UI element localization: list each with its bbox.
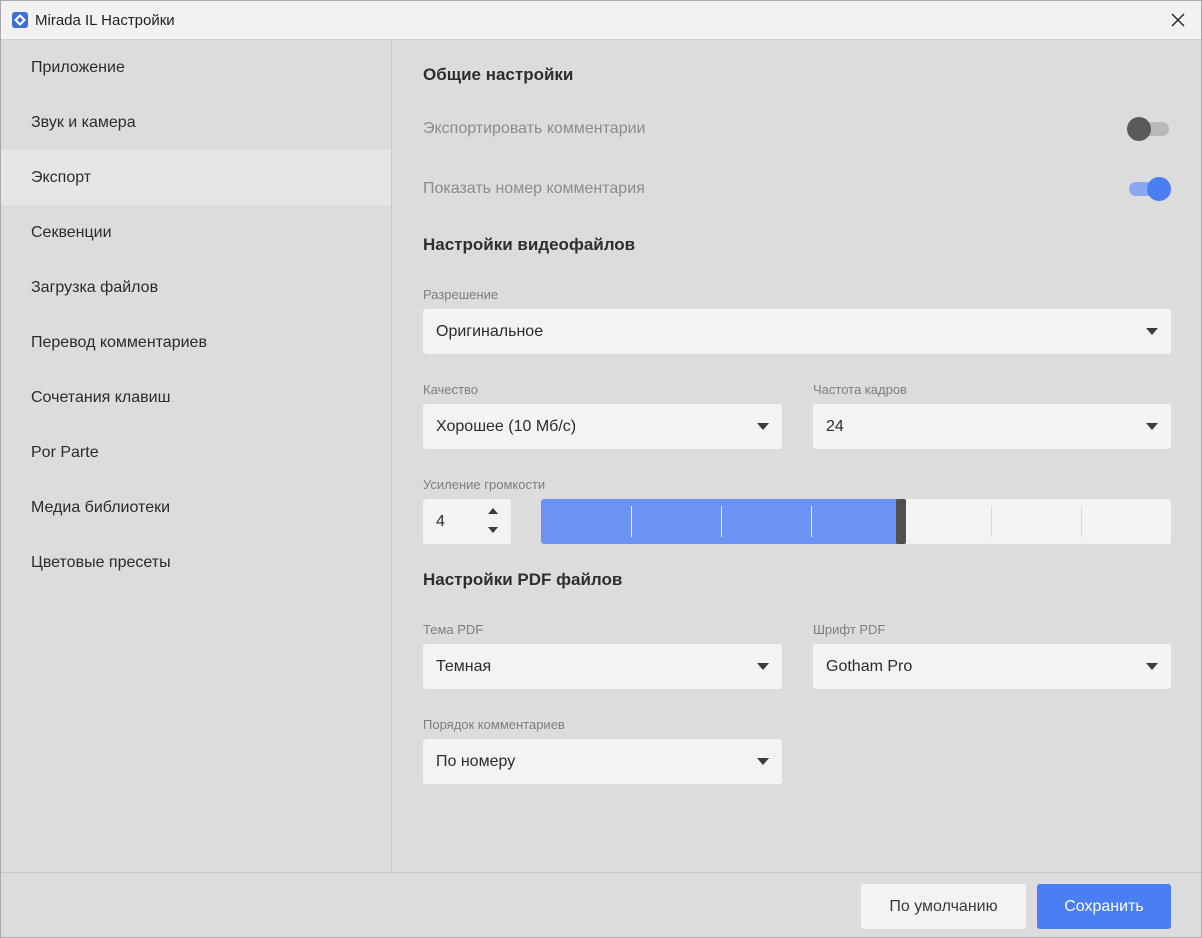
- chevron-down-icon: [757, 758, 769, 765]
- volume-boost-stepper[interactable]: 4: [423, 499, 511, 544]
- settings-content: Общие настройки Экспортировать комментар…: [392, 40, 1201, 872]
- resolution-select[interactable]: Оригинальное: [423, 309, 1171, 354]
- sidebar-item-comment-translation[interactable]: Перевод комментариев: [1, 315, 391, 370]
- quality-select[interactable]: Хорошее (10 Мб/с): [423, 404, 782, 449]
- show-comment-number-label: Показать номер комментария: [423, 180, 645, 197]
- stepper-up-icon[interactable]: [487, 506, 501, 518]
- pdf-settings-heading: Настройки PDF файлов: [423, 570, 623, 589]
- comment-order-label: Порядок комментариев: [423, 717, 565, 732]
- chevron-down-icon: [1146, 423, 1158, 430]
- pdf-font-label: Шрифт PDF: [813, 622, 886, 637]
- sidebar-item-color-presets[interactable]: Цветовые пресеты: [1, 535, 391, 590]
- title-bar: Mirada IL Настройки: [1, 1, 1201, 40]
- app-logo-icon: [12, 12, 28, 28]
- video-settings-heading: Настройки видеофайлов: [423, 235, 636, 254]
- general-settings-heading: Общие настройки: [423, 65, 574, 84]
- volume-boost-label: Усиление громкости: [423, 477, 546, 492]
- resolution-label: Разрешение: [423, 287, 499, 302]
- sidebar-item-sound-camera[interactable]: Звук и камера: [1, 95, 391, 150]
- quality-value: Хорошее (10 Мб/с): [436, 418, 577, 435]
- close-button[interactable]: [1155, 1, 1201, 39]
- show-comment-number-toggle[interactable]: [1127, 176, 1171, 202]
- slider-tick: [1081, 506, 1082, 537]
- save-button[interactable]: Сохранить: [1037, 884, 1171, 929]
- volume-boost-slider[interactable]: [541, 499, 1171, 544]
- chevron-down-icon: [757, 663, 769, 670]
- export-comments-label: Экспортировать комментарии: [423, 120, 646, 137]
- export-comments-toggle[interactable]: [1127, 116, 1171, 142]
- volume-boost-value: 4: [436, 513, 445, 530]
- sidebar-item-por-parte[interactable]: Por Parte: [1, 425, 391, 480]
- close-icon: [1171, 13, 1185, 27]
- quality-label: Качество: [423, 382, 478, 397]
- settings-window: Mirada IL Настройки Приложение Звук и ка…: [0, 0, 1202, 938]
- framerate-value: 24: [826, 418, 844, 435]
- sidebar-item-app[interactable]: Приложение: [1, 40, 391, 95]
- sidebar-item-file-upload[interactable]: Загрузка файлов: [1, 260, 391, 315]
- pdf-font-select[interactable]: Gotham Pro: [813, 644, 1171, 689]
- window-title: Mirada IL Настройки: [35, 12, 175, 29]
- chevron-down-icon: [757, 423, 769, 430]
- framerate-select[interactable]: 24: [813, 404, 1171, 449]
- framerate-label: Частота кадров: [813, 382, 907, 397]
- slider-tick: [991, 506, 992, 537]
- pdf-theme-select[interactable]: Темная: [423, 644, 782, 689]
- pdf-theme-value: Темная: [436, 658, 492, 675]
- settings-sidebar: Приложение Звук и камера Экспорт Секвенц…: [1, 40, 392, 872]
- slider-handle[interactable]: [896, 499, 906, 544]
- slider-tick: [811, 506, 812, 537]
- toggle-knob: [1147, 177, 1171, 201]
- slider-tick: [721, 506, 722, 537]
- toggle-knob: [1127, 117, 1151, 141]
- slider-tick: [631, 506, 632, 537]
- resolution-value: Оригинальное: [436, 323, 544, 340]
- pdf-theme-label: Тема PDF: [423, 622, 484, 637]
- pdf-font-value: Gotham Pro: [826, 658, 913, 675]
- reset-defaults-button[interactable]: По умолчанию: [861, 884, 1026, 929]
- dialog-footer: По умолчанию Сохранить: [1, 872, 1201, 938]
- sidebar-item-export[interactable]: Экспорт: [1, 150, 391, 205]
- sidebar-item-shortcuts[interactable]: Сочетания клавиш: [1, 370, 391, 425]
- chevron-down-icon: [1146, 328, 1158, 335]
- chevron-down-icon: [1146, 663, 1158, 670]
- comment-order-value: По номеру: [436, 753, 516, 770]
- comment-order-select[interactable]: По номеру: [423, 739, 782, 784]
- sidebar-item-media-libraries[interactable]: Медиа библиотеки: [1, 480, 391, 535]
- stepper-down-icon[interactable]: [487, 525, 501, 537]
- sidebar-item-sequences[interactable]: Секвенции: [1, 205, 391, 260]
